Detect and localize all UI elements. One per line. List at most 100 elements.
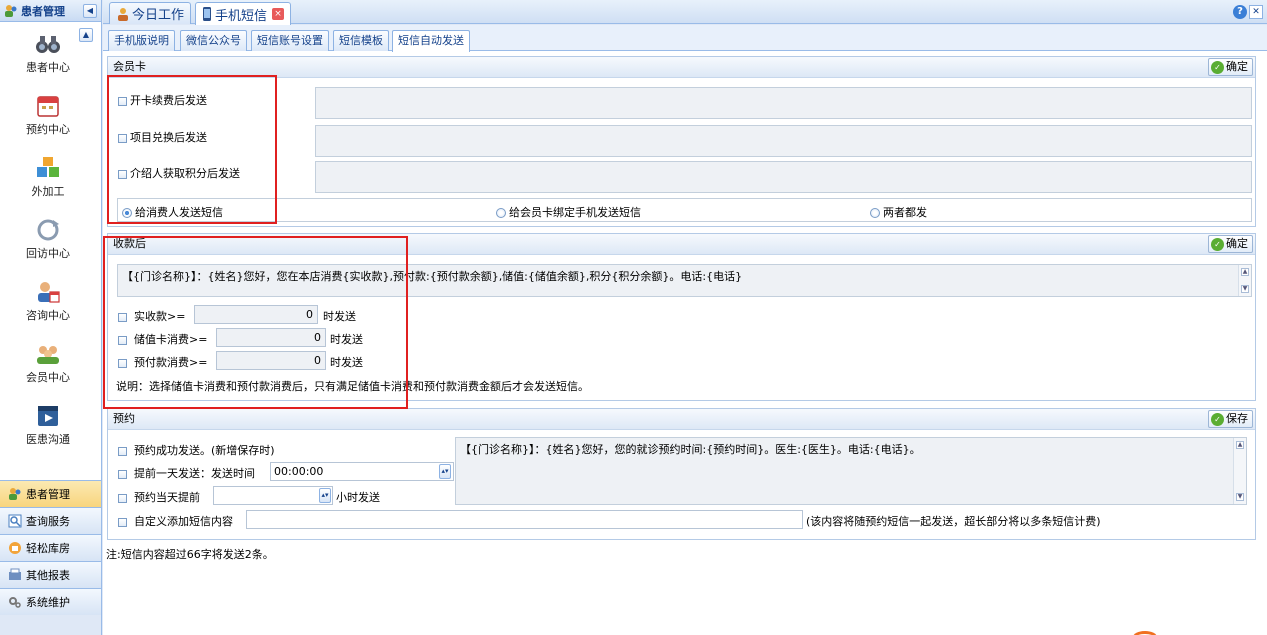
option-label: 实收款>= (134, 310, 186, 323)
appointment-template-scrollbar[interactable]: ▲ ▼ (1233, 438, 1246, 504)
option-label: 提前一天发送：发送时间 (134, 467, 255, 480)
stored-value-checkbox[interactable] (118, 335, 127, 345)
referrer-points-option[interactable]: 介绍人获取积分后发送 (118, 165, 240, 181)
radio-consumer[interactable]: 给消费人发送短信 (122, 204, 223, 220)
radio-both[interactable]: 两者都发 (870, 204, 927, 220)
close-tab-icon[interactable]: × (272, 8, 285, 20)
radio-both-button[interactable] (870, 208, 880, 218)
nav-item-external-processing[interactable]: 外加工 (0, 152, 96, 214)
stored-value-option[interactable]: 储值卡消费>= (118, 331, 207, 347)
appt-day-before-option[interactable]: 提前一天发送：发送时间 (118, 465, 255, 481)
radio-label: 给消费人发送短信 (135, 206, 223, 219)
nav-section-label: 查询服务 (26, 515, 70, 528)
open-card-renew-checkbox[interactable] (118, 96, 127, 106)
payment-template-text: 【{门诊名称}】：{姓名}您好，您在本店消费{实收款},预付款:{预付款余额},… (122, 270, 743, 283)
members-icon (37, 346, 59, 364)
option-label: 自定义添加短信内容 (134, 515, 233, 528)
payment-template-textarea[interactable]: 【{门诊名称}】：{姓名}您好，您在本店消费{实收款},预付款:{预付款余额},… (117, 264, 1252, 297)
scroll-up-icon[interactable]: ▲ (1236, 441, 1244, 449)
left-navigation-panel: 患者管理 ◀ ▲ 患者中心 预约中心 外加工 回访中心 咨询中心 会员中心 医患… (0, 0, 102, 635)
appointment-header: 预约 ✓ 保存 (108, 409, 1255, 430)
check-icon: ✓ (1211, 237, 1224, 251)
open-card-renew-option[interactable]: 开卡续费后发送 (118, 92, 207, 108)
subtab-sms-auto-send[interactable]: 短信自动发送 (392, 30, 470, 52)
option-label: 开卡续费后发送 (130, 94, 207, 107)
prepaid-option[interactable]: 预付款消费>= (118, 354, 207, 370)
appointment-title: 预约 (113, 412, 135, 425)
appt-day-before-checkbox[interactable] (118, 469, 127, 479)
appt-same-day-option[interactable]: 预约当天提前 (118, 489, 200, 505)
appt-same-day-checkbox[interactable] (118, 493, 127, 503)
radio-bound-phone-button[interactable] (496, 208, 506, 218)
nav-item-appointment-center[interactable]: 预约中心 (0, 90, 96, 152)
nav-section-query-service[interactable]: 查询服务 (0, 507, 101, 534)
appt-success-checkbox[interactable] (118, 446, 127, 456)
hours-spinner-icon[interactable]: ▴▾ (319, 488, 331, 503)
tab-label: 手机短信 (215, 8, 268, 24)
nav-section-other-reports[interactable]: 其他报表 (0, 561, 101, 588)
actual-received-checkbox[interactable] (118, 312, 127, 322)
close-all-tabs-icon[interactable]: ✕ (1249, 5, 1263, 19)
appt-day-before-time-input[interactable]: 00:00:00 (270, 462, 454, 481)
nav-body: ▲ 患者中心 预约中心 外加工 回访中心 咨询中心 会员中心 医患沟通 (0, 22, 101, 482)
scroll-down-icon[interactable]: ▼ (1241, 285, 1249, 293)
prepaid-input[interactable]: 0 (216, 351, 326, 370)
option-label: 预付款消费>= (134, 356, 208, 369)
subtab-sms-account-settings[interactable]: 短信账号设置 (251, 30, 329, 51)
appt-custom-option[interactable]: 自定义添加短信内容 (118, 513, 233, 529)
actual-received-option[interactable]: 实收款>= (118, 308, 185, 324)
subtab-wechat-account[interactable]: 微信公众号 (180, 30, 247, 51)
payment-confirm-button[interactable]: ✓ 确定 (1208, 235, 1253, 253)
appointment-template-text: 【{门诊名称}】：{姓名}您好，您的就诊预约时间:{预约时间}。医生:{医生}。… (460, 443, 921, 456)
nav-item-follow-up-center[interactable]: 回访中心 (0, 214, 96, 276)
appt-success-option[interactable]: 预约成功发送。(新增保存时) (118, 442, 275, 458)
member-card-confirm-button[interactable]: ✓ 确定 (1208, 58, 1253, 76)
radio-bound-phone[interactable]: 给会员卡绑定手机发送短信 (496, 204, 641, 220)
project-exchange-checkbox[interactable] (118, 133, 127, 143)
payment-header: 收款后 ✓ 确定 (108, 234, 1255, 255)
appointment-panel: 预约 ✓ 保存 预约成功发送。(新增保存时) 提前一天发送：发送时间 00:00:… (107, 408, 1256, 540)
nav-section-system-maintenance[interactable]: 系统维护 (0, 588, 101, 615)
subtab-sms-templates[interactable]: 短信模板 (333, 30, 389, 51)
nav-section-patient-management[interactable]: 患者管理 (0, 480, 101, 507)
collapse-left-panel-button[interactable]: ◀ (83, 4, 97, 18)
tab-today-work[interactable]: 今日工作 (109, 2, 192, 24)
appointment-save-button[interactable]: ✓ 保存 (1208, 410, 1253, 428)
actual-received-input[interactable]: 0 (194, 305, 318, 324)
payment-template-scrollbar[interactable]: ▲ ▼ (1238, 265, 1251, 296)
scroll-up-icon[interactable]: ▲ (1241, 268, 1249, 276)
media-play-icon (38, 406, 58, 426)
referrer-points-checkbox[interactable] (118, 169, 127, 179)
scroll-down-icon[interactable]: ▼ (1236, 493, 1244, 501)
sms-content-area: 手机版说明 微信公众号 短信账号设置 短信模板 短信自动发送 会员卡 ✓ 确定 开… (103, 25, 1267, 635)
stored-value-input[interactable]: 0 (216, 328, 326, 347)
appointment-template-textarea[interactable]: 【{门诊名称}】：{姓名}您好，您的就诊预约时间:{预约时间}。医生:{医生}。… (455, 437, 1247, 505)
appt-custom-checkbox[interactable] (118, 517, 127, 527)
nav-item-member-center[interactable]: 会员中心 (0, 338, 96, 400)
prepaid-checkbox[interactable] (118, 358, 127, 368)
subtab-mobile-guide[interactable]: 手机版说明 (108, 30, 175, 51)
tab-sms[interactable]: 手机短信 × (195, 2, 292, 25)
project-exchange-textarea[interactable] (315, 125, 1252, 157)
patients-header-icon (5, 4, 17, 17)
patients-icon (9, 488, 21, 500)
nav-section-warehouse[interactable]: 轻松库房 (0, 534, 101, 561)
appt-same-day-hours-input[interactable] (213, 486, 333, 505)
query-icon (8, 514, 22, 528)
nav-item-doctor-patient-communication[interactable]: 医患沟通 (0, 400, 96, 462)
settings-icon (9, 597, 21, 608)
tab-label: 今日工作 (132, 8, 185, 23)
nav-item-consult-center[interactable]: 咨询中心 (0, 276, 96, 338)
referrer-points-textarea[interactable] (315, 161, 1252, 193)
time-spinner-icon[interactable]: ▴▾ (439, 464, 451, 479)
binoculars-icon (36, 36, 60, 53)
nav-item-label: 患者中心 (26, 61, 70, 74)
help-icon[interactable]: ? (1233, 5, 1247, 19)
open-card-renew-textarea[interactable] (315, 87, 1252, 119)
recipient-radio-group: 给消费人发送短信 给会员卡绑定手机发送短信 两者都发 (117, 198, 1252, 222)
consult-user-icon (38, 282, 60, 303)
project-exchange-option[interactable]: 项目兑换后发送 (118, 129, 207, 145)
nav-item-patient-center[interactable]: 患者中心 (0, 28, 96, 90)
appt-custom-content-input[interactable] (246, 510, 803, 529)
radio-consumer-button[interactable] (122, 208, 132, 218)
